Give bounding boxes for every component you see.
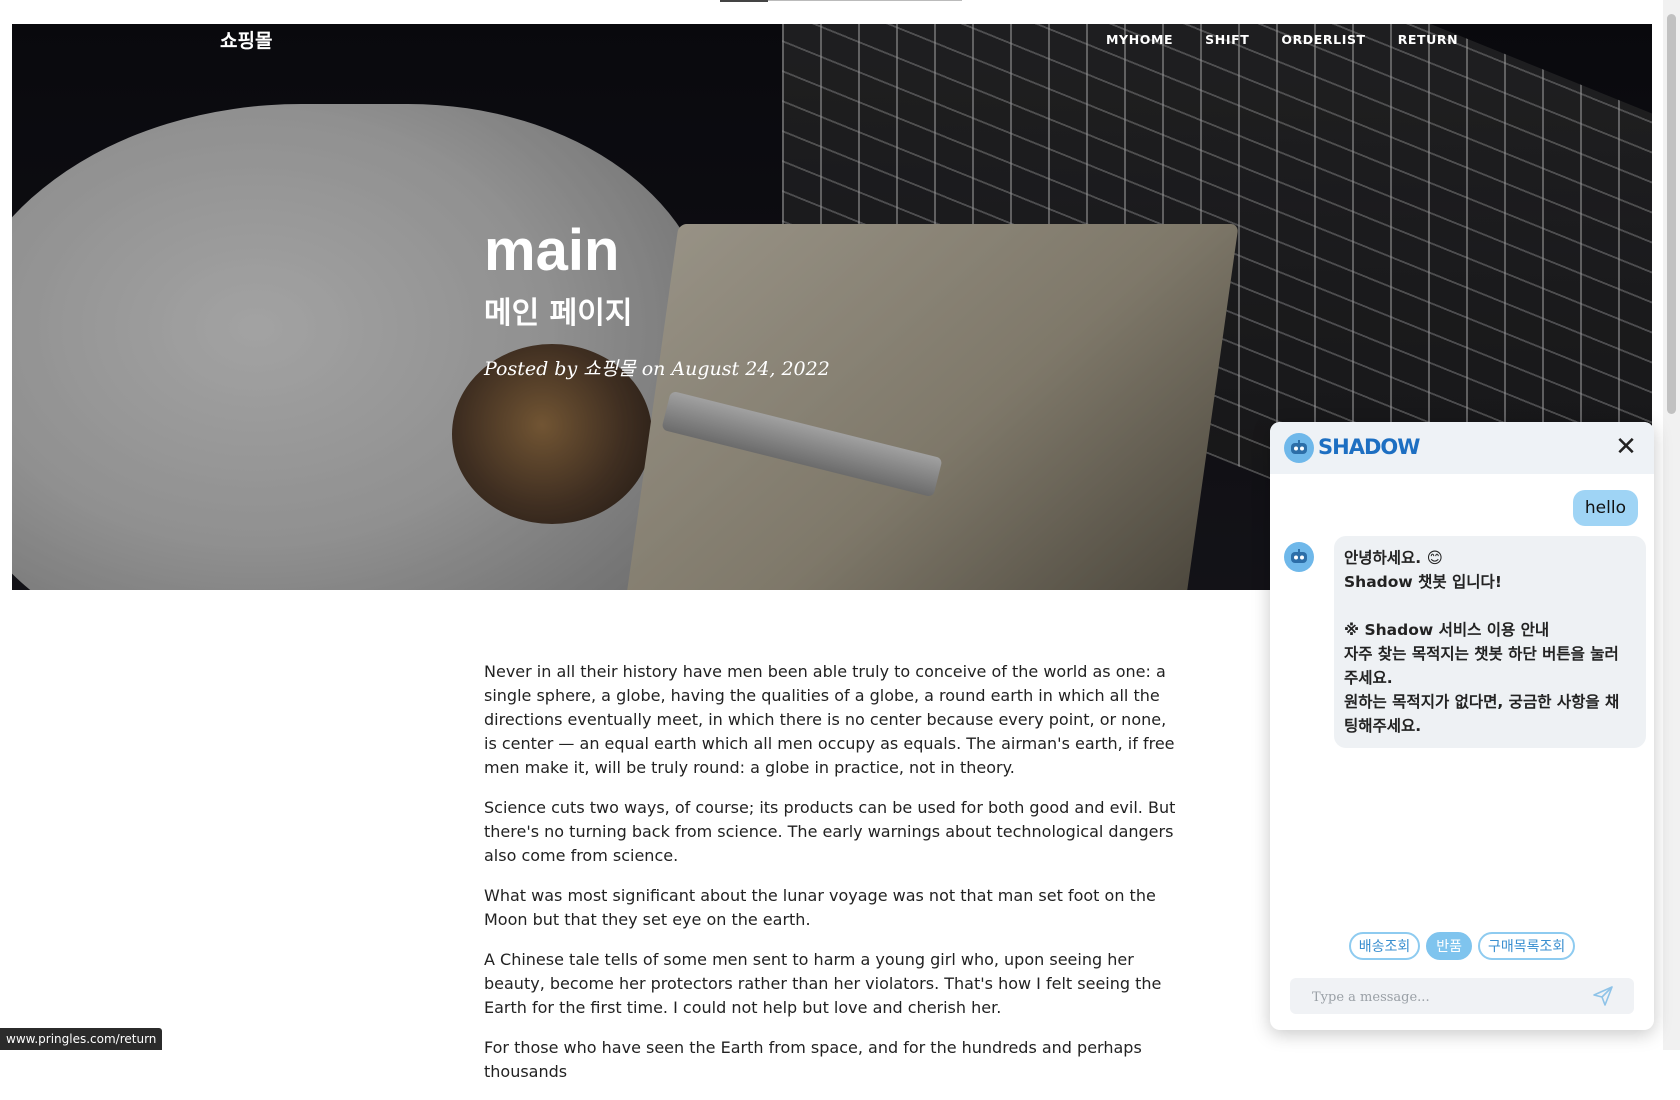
scrollbar-thumb[interactable] [1667, 14, 1676, 414]
article-body: Never in all their history have men been… [484, 660, 1184, 1100]
chat-messages: hello 안녕하세요. 😊 Shadow 챗봇 입니다! ※ Shadow 서… [1270, 474, 1654, 914]
chat-brand: SHADOW [1318, 435, 1420, 459]
bot-message-line: 자주 찾는 목적지는 챗봇 하단 버튼을 눌러 [1344, 645, 1619, 663]
nav-link-myhome[interactable]: MYHOME [1106, 32, 1173, 47]
quick-reply-return-button[interactable]: 반품 [1426, 932, 1472, 960]
status-bar-url: www.pringles.com/return [0, 1028, 163, 1050]
chatbot-widget: SHADOW ✕ hello 안녕하세요. 😊 Shadow 챗봇 입니다! ※… [1270, 422, 1654, 1030]
top-strip [0, 0, 1680, 24]
article-paragraph: Never in all their history have men been… [484, 662, 1175, 777]
bot-message-line: 주세요. [1344, 669, 1393, 687]
nav-link-orderlist[interactable]: ORDERLIST [1281, 32, 1365, 47]
main-nav: MYHOME SHIFT ORDERLIST RETURN [1106, 32, 1458, 47]
loading-indicator [720, 0, 768, 2]
bot-avatar-icon [1284, 542, 1314, 572]
bot-message-blank [1344, 594, 1636, 618]
article-paragraph: A Chinese tale tells of some men sent to… [484, 950, 1162, 1017]
bot-message-line: 안녕하세요. 😊 [1344, 549, 1443, 567]
bot-message-line: 원하는 목적지가 없다면, 궁금한 사항을 채 [1344, 693, 1620, 711]
article-paragraph: For those who have seen the Earth from s… [484, 1038, 1142, 1081]
page-scrollbar[interactable] [1663, 0, 1680, 1050]
page-subtitle: 메인 페이지 [484, 296, 633, 331]
quick-reply-delivery-button[interactable]: 배송조회 [1348, 932, 1421, 960]
user-message: hello [1572, 490, 1638, 526]
brand-logo[interactable]: 쇼핑몰 [220, 26, 272, 53]
chat-input-row [1290, 978, 1634, 1014]
article-paragraph: What was most significant about the luna… [484, 886, 1156, 929]
send-icon[interactable] [1592, 985, 1614, 1007]
page-title: main [484, 218, 620, 283]
bot-message: 안녕하세요. 😊 Shadow 챗봇 입니다! ※ Shadow 서비스 이용 … [1334, 536, 1646, 748]
chat-message-input[interactable] [1310, 986, 1574, 1008]
nav-link-return[interactable]: RETURN [1398, 32, 1459, 47]
chat-header: SHADOW ✕ [1270, 422, 1654, 474]
bot-message-line: 팅해주세요. [1344, 717, 1422, 735]
nav-link-shift[interactable]: SHIFT [1205, 32, 1249, 47]
article-paragraph: Science cuts two ways, of course; its pr… [484, 798, 1176, 865]
robot-icon [1284, 433, 1314, 463]
quick-reply-bar: 배송조회 반품 구매목록조회 [1270, 932, 1654, 960]
close-icon[interactable]: ✕ [1612, 434, 1640, 462]
post-meta: Posted by 쇼핑몰 on August 24, 2022 [484, 358, 830, 380]
page-heading: main 메인 페이지 Posted by 쇼핑몰 on August 24, … [484, 222, 830, 381]
quick-reply-orders-button[interactable]: 구매목록조회 [1478, 932, 1576, 960]
bot-message-line: Shadow 챗봇 입니다! [1344, 573, 1502, 591]
bot-message-line: ※ Shadow 서비스 이용 안내 [1344, 621, 1550, 639]
loading-track [768, 0, 962, 1]
